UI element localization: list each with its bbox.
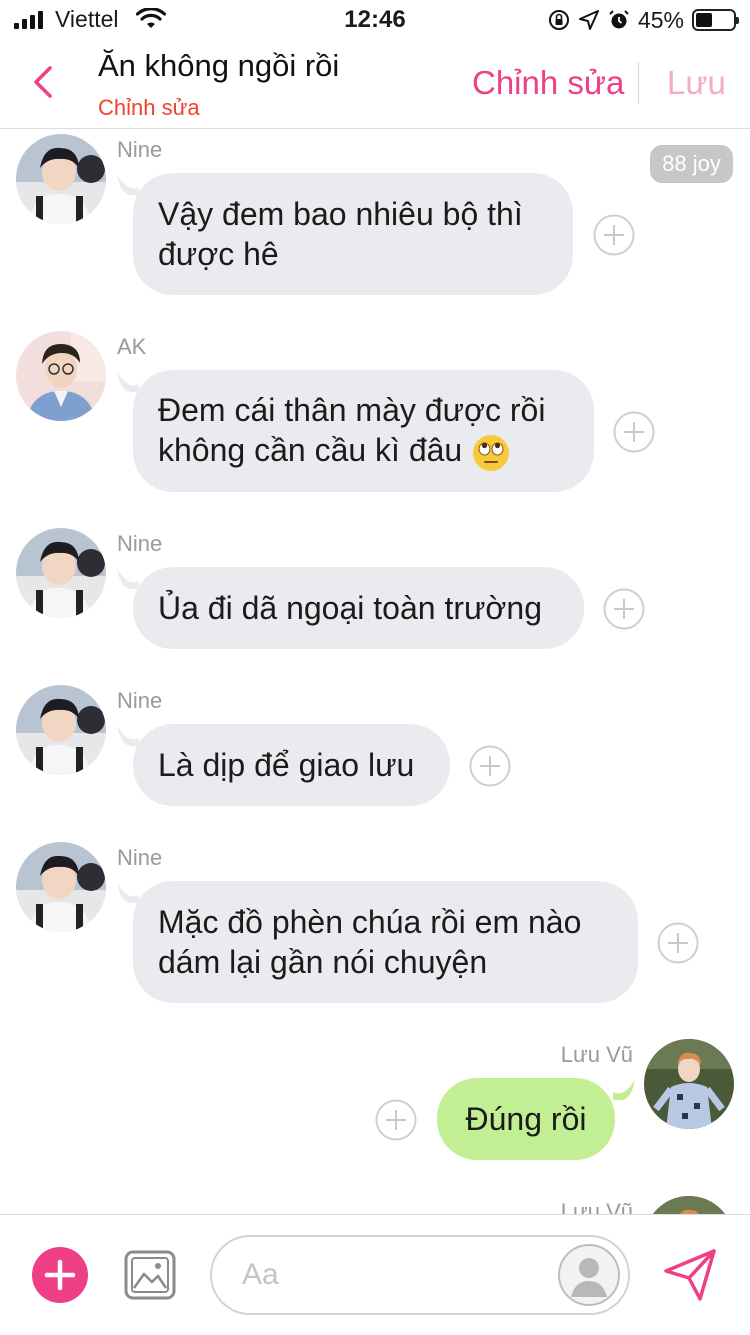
add-reaction-icon[interactable]	[613, 411, 655, 453]
sender-name: AK	[117, 334, 147, 359]
add-reaction-icon[interactable]	[603, 588, 645, 630]
sender-name: Nine	[117, 137, 163, 162]
add-reaction-icon[interactable]	[469, 745, 511, 787]
bubble-tail	[117, 726, 139, 746]
message-list[interactable]: 88 joy Nine Vậy đem bao nhiêu bộ thì đượ…	[0, 129, 750, 1214]
avatar-ak-image	[16, 331, 106, 421]
sender-name: Lưu Vũ	[560, 1199, 633, 1214]
message-text: Đem cái thân mày được rồi không cần cầu …	[158, 390, 545, 472]
message-text: Mặc đồ phèn chúa rồi em nào dám lại gần …	[158, 902, 581, 982]
avatar-nine[interactable]	[16, 134, 106, 224]
rolling-eyes-emoji-icon	[473, 434, 510, 471]
avatar-luu-vu-image	[644, 1196, 734, 1214]
message-line: được hê	[158, 236, 279, 272]
profile-placeholder-icon	[558, 1244, 620, 1306]
message-line: Vậy đem bao nhiêu bộ thì	[158, 196, 523, 232]
message-bubble[interactable]: Ủa đi dã ngoại toàn trường	[133, 567, 584, 649]
avatar-nine[interactable]	[16, 685, 106, 775]
message-bubble[interactable]: Đem cái thân mày được rồi không cần cầu …	[133, 370, 594, 492]
message-text: Đúng rồi	[465, 1101, 587, 1137]
save-button[interactable]: Lưu	[667, 64, 726, 102]
back-chevron-icon[interactable]	[26, 64, 62, 100]
avatar-nine-image	[16, 528, 106, 618]
message-text: Vậy đem bao nhiêu bộ thì được hê	[158, 194, 523, 274]
avatar-nine[interactable]	[16, 528, 106, 618]
conversation-title: Ăn không ngồi rồi	[98, 48, 340, 83]
message-line: không cần cầu kì đâu	[158, 430, 545, 472]
message-line-text: không cần cầu kì đâu	[158, 432, 463, 469]
message-bubble-outgoing[interactable]: Đúng rồi	[437, 1078, 615, 1160]
battery-icon	[692, 9, 739, 31]
message-bubble[interactable]: Vậy đem bao nhiêu bộ thì được hê	[133, 173, 573, 295]
bubble-tail	[117, 372, 139, 392]
send-icon[interactable]	[662, 1247, 718, 1303]
bubble-tail	[117, 569, 139, 589]
plus-icon	[44, 1259, 76, 1291]
conversation-subtitle[interactable]: Chỉnh sửa	[98, 95, 200, 121]
avatar-luu-vu[interactable]	[644, 1039, 734, 1129]
add-reaction-icon[interactable]	[657, 922, 699, 964]
avatar-nine-image	[16, 842, 106, 932]
alarm-icon	[609, 10, 629, 29]
avatar-luu-vu[interactable]	[644, 1196, 734, 1214]
add-reaction-icon[interactable]	[593, 214, 635, 256]
sender-name: Lưu Vũ	[560, 1042, 633, 1067]
bubble-tail	[117, 883, 139, 903]
avatar-luu-vu-image	[644, 1039, 734, 1129]
message-bubble[interactable]: Là dịp để giao lưu	[133, 724, 450, 806]
joy-count-badge: 88 joy	[650, 145, 733, 183]
message-bubble[interactable]: Mặc đồ phèn chúa rồi em nào dám lại gần …	[133, 881, 638, 1003]
message-text: Là dịp để giao lưu	[158, 747, 415, 783]
location-arrow-icon	[578, 10, 599, 30]
status-bar: Viettel 12:46 45%	[0, 0, 750, 40]
bubble-tail	[117, 175, 139, 195]
conversation-header: Ăn không ngồi rồi Chỉnh sửa Chỉnh sửa Lư…	[0, 40, 750, 129]
message-line: dám lại gần nói chuyện	[158, 944, 488, 980]
orientation-lock-icon	[548, 10, 569, 30]
avatar-nine-image	[16, 134, 106, 224]
edit-button[interactable]: Chỉnh sửa	[472, 64, 624, 102]
message-line: Mặc đồ phèn chúa rồi em nào	[158, 904, 582, 940]
add-reaction-icon[interactable]	[375, 1099, 417, 1141]
bubble-tail	[613, 1080, 635, 1100]
sender-name: Nine	[117, 688, 163, 713]
avatar-nine-image	[16, 685, 106, 775]
message-text: Ủa đi dã ngoại toàn trường	[158, 590, 542, 626]
avatar-nine[interactable]	[16, 842, 106, 932]
message-line: Đem cái thân mày được rồi	[158, 392, 546, 429]
sender-name: Nine	[117, 531, 163, 556]
image-gallery-icon[interactable]	[124, 1250, 176, 1300]
sticker-button[interactable]	[557, 1243, 621, 1307]
avatar-ak[interactable]	[16, 331, 106, 421]
message-composer	[0, 1214, 750, 1335]
status-right-group: 45%	[548, 6, 739, 34]
battery-percent: 45%	[637, 6, 684, 33]
header-divider	[638, 62, 639, 104]
sender-name: Nine	[117, 845, 163, 870]
add-attachment-button[interactable]	[32, 1247, 88, 1303]
